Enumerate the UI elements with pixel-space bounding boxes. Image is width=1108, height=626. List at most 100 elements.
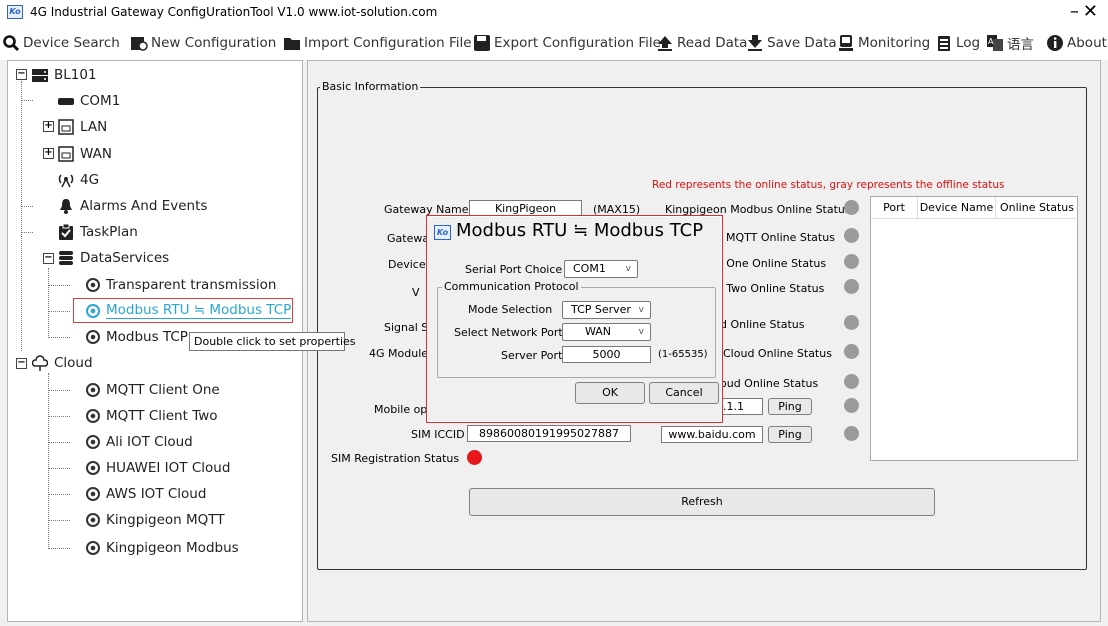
close-button[interactable]: ✕ [1083,1,1102,22]
tree-connector [48,416,70,417]
tooltip: Double click to set properties [189,332,356,351]
service-icon [86,330,100,344]
about-button[interactable]: About [1046,31,1107,55]
modbus-dialog: Ko Modbus RTU ≒ Modbus TCP Serial Port C… [426,215,723,423]
tree-connector [48,494,70,495]
tree-connector [48,548,70,549]
tree-connector [21,100,33,101]
dialog-title: Modbus RTU ≒ Modbus TCP [456,220,704,241]
expand-toggle[interactable]: + [43,148,54,159]
tree-connector [48,311,70,312]
group-legend: Communication Protocol [442,280,581,293]
antenna-icon [58,172,74,188]
ping-button[interactable]: Ping [768,398,812,415]
new-configuration-button[interactable]: New Configuration [130,31,276,55]
refresh-button[interactable]: Refresh [469,488,935,516]
language-button[interactable]: A 语言 [986,31,1034,55]
ping-host-field[interactable]: www.baidu.com [661,426,763,443]
title-bar: Ko 4G Industrial Gateway ConfigUrationTo… [0,0,1108,26]
minimize-button[interactable]: – [1070,1,1083,22]
tree-node-modbus-tcp[interactable]: Modbus TCP [86,326,188,348]
server-port-field[interactable]: 5000 [562,346,651,363]
tree-node-aws[interactable]: AWS IOT Cloud [86,483,206,505]
monitoring-button[interactable]: Monitoring [837,31,930,55]
window-title: 4G Industrial Gateway ConfigUrationTool … [30,5,438,19]
serial-port-select[interactable]: COM1 v [564,260,638,278]
tree-node-cloud[interactable]: Cloud [31,352,93,374]
tree-node-label: AWS IOT Cloud [106,486,207,502]
save-data-label: Save Data [767,35,837,51]
status-label: d Online Status [720,318,805,331]
monitor-icon [837,34,855,52]
tree-node-ali[interactable]: Ali IOT Cloud [86,431,193,453]
clipboard-icon [935,34,953,52]
tree-node-label: DataServices [80,250,170,266]
status-indicator [844,228,859,243]
ping-host-field[interactable]: .1.1 [720,398,763,415]
tree-connector [21,206,33,207]
tree-node-bl101[interactable]: BL101 [32,64,97,86]
app-icon: Ko [7,5,23,19]
ok-button[interactable]: OK [575,382,645,404]
log-button[interactable]: Log [935,31,980,55]
gateway-icon [32,67,48,83]
tree-node-dataservices[interactable]: DataServices [58,247,169,269]
mode-selection-select[interactable]: TCP Server v [562,301,651,319]
sim-iccid-label: SIM ICCID [411,428,465,441]
arrow-up-icon [656,34,674,52]
cancel-button[interactable]: Cancel [649,382,719,404]
expand-toggle[interactable]: − [43,253,54,264]
export-configuration-button[interactable]: Export Configuration File [473,31,661,55]
service-icon [86,513,100,527]
expand-toggle[interactable]: + [43,121,54,132]
group-legend: Basic Information [320,80,421,93]
communication-protocol-group: Communication Protocol Mode Selection TC… [437,280,716,378]
tree-node-kp-modbus[interactable]: Kingpigeon Modbus [86,537,239,559]
tree-node-taskplan[interactable]: TaskPlan [58,221,138,243]
tree-connector [48,390,70,391]
tree-connector [48,268,49,338]
tree-connector [48,442,70,443]
service-icon [86,383,100,397]
status-label: Cloud Online Status [723,347,832,360]
expand-toggle[interactable]: − [16,358,27,369]
expand-toggle[interactable]: − [16,69,27,80]
read-data-button[interactable]: Read Data [656,31,747,55]
status-indicator [844,344,859,359]
export-configuration-label: Export Configuration File [494,35,661,51]
tree-node-transparent[interactable]: Transparent transmission [86,274,276,296]
status-indicator [844,374,859,389]
tree-node-label: Ali IOT Cloud [106,434,193,450]
chevron-down-icon: v [638,327,644,337]
device-search-button[interactable]: Device Search [2,31,120,55]
table-header-online-status[interactable]: Online Status [996,197,1078,219]
serial-port-label: Serial Port Choice [465,263,563,276]
tree-node-com1[interactable]: COM1 [58,90,120,112]
database-icon [58,250,74,266]
tree-node-label: Kingpigeon Modbus [106,540,239,556]
service-icon [86,487,100,501]
tree-node-wan[interactable]: WAN [58,143,112,165]
tree-node-huawei[interactable]: HUAWEI IOT Cloud [86,457,230,479]
tree-connector [48,373,49,549]
table-header-device-name[interactable]: Device Name [918,197,996,219]
toolbar: Device Search New Configuration Import C… [0,26,1108,60]
tree-node-modbus-rtu-tcp[interactable]: Modbus RTU ≒ Modbus TCP [73,298,293,323]
sim-registration-label: SIM Registration Status [331,452,460,465]
tree-node-4g[interactable]: 4G [58,169,99,191]
tree-node-kp-mqtt[interactable]: Kingpigeon MQTT [86,509,225,531]
gateway-label: Gatewa [387,232,430,245]
port-status-table: Port Device Name Online Status [870,196,1078,461]
tree-node-lan[interactable]: LAN [58,116,107,138]
tree-node-mqtt-one[interactable]: MQTT Client One [86,379,220,401]
network-port-select[interactable]: WAN v [562,323,651,341]
tree-node-alarms[interactable]: Alarms And Events [58,195,207,217]
ping-button[interactable]: Ping [768,426,812,443]
save-data-button[interactable]: Save Data [746,31,837,55]
window-controls: –✕ [1070,1,1102,22]
tree-node-mqtt-two[interactable]: MQTT Client Two [86,405,218,427]
import-configuration-button[interactable]: Import Configuration File [283,31,472,55]
table-header-port[interactable]: Port [871,197,918,219]
tree-connector [21,232,33,233]
floppy-icon [473,34,491,52]
